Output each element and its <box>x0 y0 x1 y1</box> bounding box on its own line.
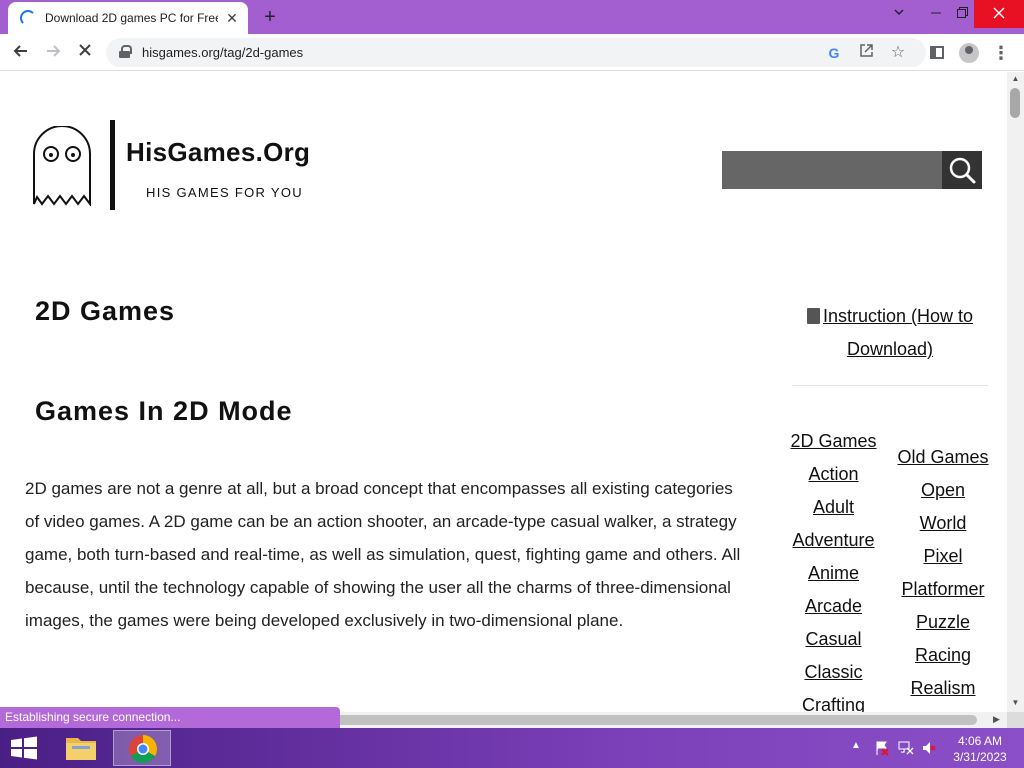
tag-link[interactable]: Arcade <box>780 590 887 623</box>
status-bubble: Establishing secure connection... <box>0 707 340 728</box>
browser-toolbar: hisgames.org/tag/2d-games G ☆ ⋮ <box>0 34 1024 71</box>
close-icon <box>993 7 1005 19</box>
side-panel-icon[interactable] <box>926 42 948 64</box>
tab-close-button[interactable]: ✕ <box>224 10 240 26</box>
file-explorer-taskbar-button[interactable] <box>52 730 110 766</box>
instruction-block: Instruction (How to Download) <box>790 300 990 366</box>
tag-link[interactable]: Classic <box>780 656 887 689</box>
site-name[interactable]: HisGames.Org <box>126 137 310 168</box>
tag-link[interactable]: Crafting <box>780 689 887 712</box>
loading-spinner-icon <box>20 10 36 26</box>
browser-tab[interactable]: Download 2D games PC for Free ✕ <box>8 2 248 34</box>
section-heading: Games In 2D Mode <box>35 396 293 426</box>
show-hidden-icons-icon[interactable]: ▲ <box>851 740 861 751</box>
volume-muted-icon[interactable] <box>921 740 937 756</box>
tag-link[interactable]: 2D Games <box>780 425 887 458</box>
tag-link[interactable]: Adventure <box>780 524 887 557</box>
logo-divider <box>110 120 115 210</box>
tag-list-column-1: 2D Games Action Adult Adventure Anime Ar… <box>780 425 887 712</box>
tag-link[interactable]: Casual <box>780 623 887 656</box>
arrow-left-icon <box>13 45 27 57</box>
sidebar-divider <box>792 385 988 386</box>
search-button[interactable] <box>942 151 982 189</box>
page-viewport: HisGames.Org HIS GAMES FOR YOU 2D Games … <box>0 72 1007 712</box>
network-icon[interactable] <box>898 740 914 756</box>
arrow-right-icon <box>47 45 61 57</box>
share-icon[interactable] <box>856 43 876 63</box>
tag-link[interactable]: Action <box>780 458 887 491</box>
instruction-link[interactable]: Instruction (How to Download) <box>823 306 973 359</box>
url-text[interactable]: hisgames.org/tag/2d-games <box>142 45 303 60</box>
tag-link[interactable]: Adult <box>780 491 887 524</box>
ghost-logo-icon[interactable] <box>32 126 92 206</box>
tag-link[interactable]: Pixel <box>890 540 996 573</box>
close-window-button[interactable] <box>974 0 1024 28</box>
scroll-down-arrow-icon[interactable]: ▼ <box>1010 698 1021 707</box>
tag-link[interactable]: World <box>890 507 996 540</box>
tag-link[interactable]: Realism <box>890 672 996 705</box>
windows-taskbar: ▲ 4:06 AM 3/31/2023 <box>0 728 1024 768</box>
site-tagline: HIS GAMES FOR YOU <box>146 185 303 200</box>
tab-search-button[interactable] <box>884 0 914 28</box>
chrome-icon <box>129 735 157 763</box>
profile-avatar-icon[interactable] <box>958 42 980 64</box>
google-lens-icon[interactable]: G <box>824 43 844 63</box>
bookmark-star-icon[interactable]: ☆ <box>888 43 908 63</box>
address-bar[interactable]: hisgames.org/tag/2d-games G ☆ <box>106 38 926 67</box>
tag-link[interactable]: Old Games <box>890 441 996 474</box>
vertical-scroll-thumb[interactable] <box>1010 88 1020 118</box>
action-center-flag-icon[interactable] <box>874 740 890 756</box>
intro-paragraph: 2D games are not a genre at all, but a b… <box>25 479 741 630</box>
tag-link[interactable]: Platformer <box>890 573 996 606</box>
tag-link[interactable]: Puzzle <box>890 606 996 639</box>
tag-link[interactable]: Open <box>890 474 996 507</box>
lock-icon[interactable] <box>119 45 132 58</box>
kebab-menu-icon[interactable]: ⋮ <box>990 42 1012 64</box>
chrome-taskbar-button[interactable] <box>113 730 171 766</box>
folder-icon <box>66 738 96 760</box>
document-icon <box>806 308 820 324</box>
stop-icon <box>79 44 91 56</box>
minimize-icon <box>931 12 941 14</box>
tab-title: Download 2D games PC for Free <box>45 11 218 25</box>
page-title: 2D Games <box>35 296 176 326</box>
tag-link[interactable]: Anime <box>780 557 887 590</box>
back-button[interactable] <box>8 40 34 66</box>
scroll-right-arrow-icon[interactable]: ▶ <box>993 714 1000 725</box>
taskbar-clock[interactable]: 4:06 AM 3/31/2023 <box>950 733 1010 765</box>
vertical-scrollbar[interactable]: ▲ ▼ <box>1007 72 1024 712</box>
new-tab-button[interactable]: + <box>258 6 282 28</box>
scroll-up-arrow-icon[interactable]: ▲ <box>1010 74 1021 83</box>
stop-button[interactable] <box>72 40 98 66</box>
clock-date: 3/31/2023 <box>953 750 1007 764</box>
scrollbar-corner <box>1007 712 1024 728</box>
windows-logo-icon <box>11 736 37 760</box>
search-input[interactable] <box>722 151 944 189</box>
tag-list-column-2: Old Games Open World Pixel Platformer Pu… <box>890 441 996 705</box>
restore-icon <box>956 7 968 18</box>
chevron-down-icon <box>894 9 904 16</box>
start-button[interactable] <box>8 736 40 760</box>
forward-button[interactable] <box>40 40 66 66</box>
browser-titlebar: Download 2D games PC for Free ✕ + <box>0 0 1024 34</box>
clock-time: 4:06 AM <box>957 734 1003 748</box>
search-icon <box>949 157 976 184</box>
restore-button[interactable] <box>947 0 977 28</box>
tag-link[interactable]: Racing <box>890 639 996 672</box>
